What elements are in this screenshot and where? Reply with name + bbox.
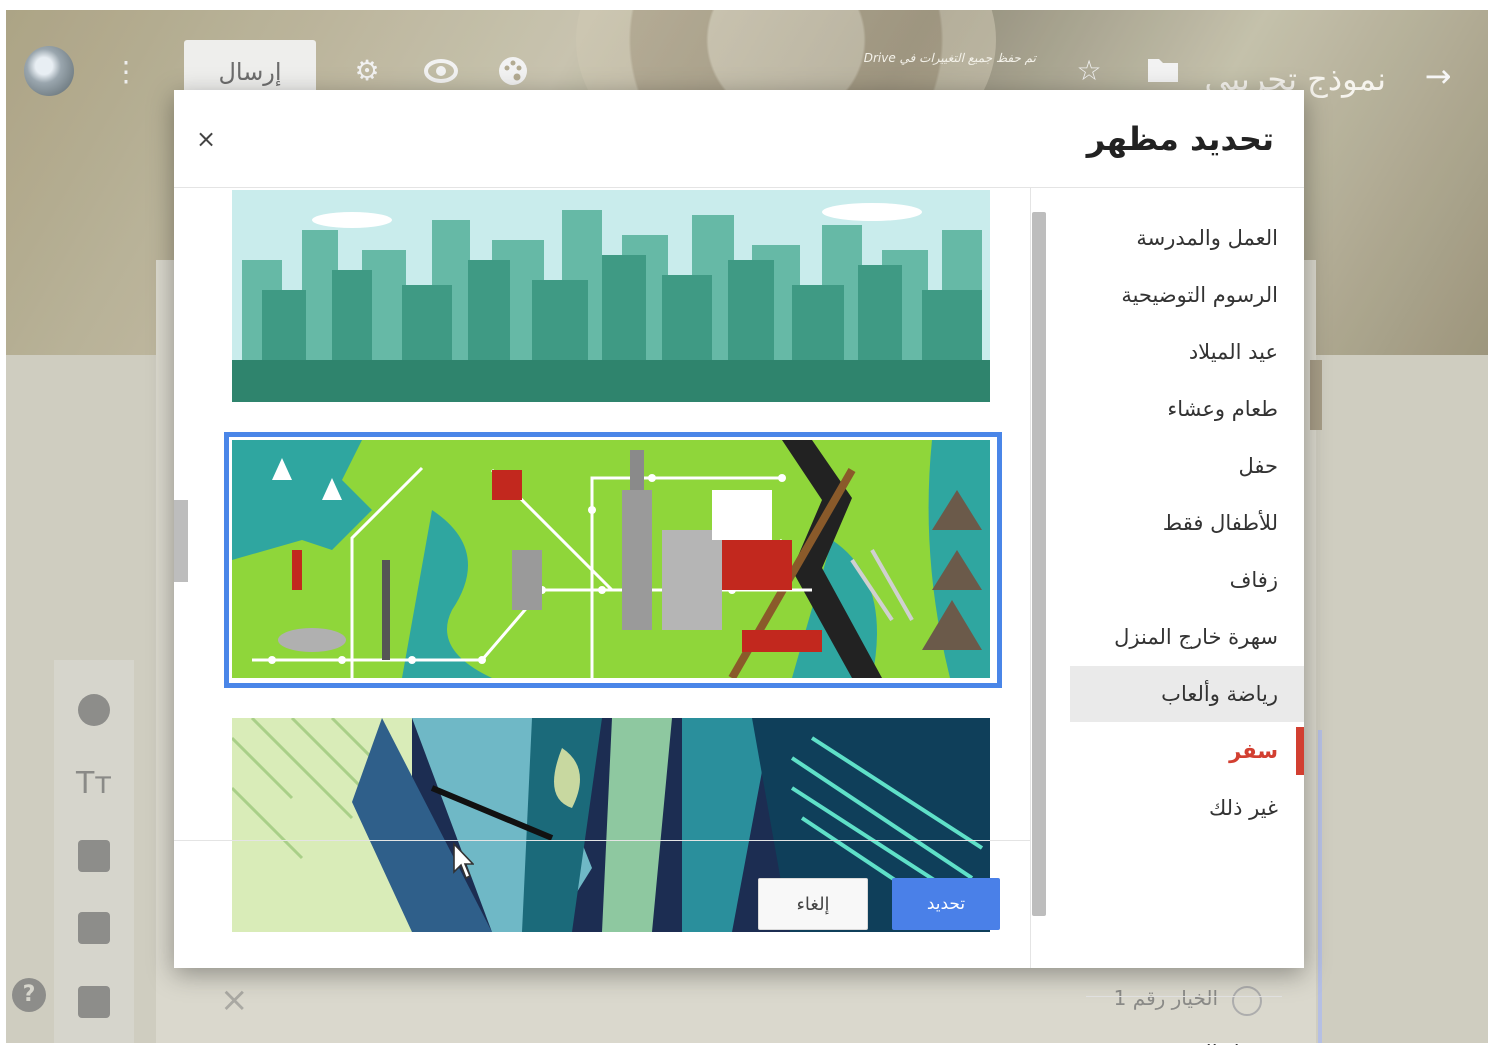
palette-icon[interactable] — [496, 54, 530, 88]
form-card-accent — [1310, 360, 1322, 430]
send-button[interactable]: إرسال — [184, 40, 316, 96]
more-vert-icon[interactable]: ⋮ — [112, 54, 140, 90]
add-question-icon[interactable] — [78, 694, 110, 726]
active-question-edge — [1318, 730, 1322, 1043]
category-kids-only[interactable]: للأطفال فقط — [1070, 495, 1304, 551]
category-night-out[interactable]: سهرة خارج المنزل — [1070, 609, 1304, 665]
category-food-dinner[interactable]: طعام وعشاء — [1070, 381, 1304, 437]
star-icon[interactable]: ☆ — [1072, 54, 1106, 88]
settings-icon[interactable]: ⚙ — [350, 54, 384, 88]
category-travel[interactable]: سفر — [1070, 723, 1304, 779]
select-button[interactable]: تحديد — [892, 878, 1000, 930]
categories-divider — [1086, 996, 1282, 997]
category-illustrations[interactable]: الرسوم التوضيحية — [1070, 267, 1304, 323]
folder-icon[interactable] — [1146, 54, 1180, 88]
upload-photos-link[interactable]: تحميل الصور — [1070, 1028, 1304, 1045]
add-section-icon[interactable] — [78, 986, 110, 1018]
category-wedding[interactable]: زفاف — [1070, 552, 1304, 608]
theme-teal-city-skyline[interactable] — [232, 190, 990, 402]
theme-skyscrapers-looking-up[interactable] — [232, 718, 990, 932]
question-toolbar: Tт — [54, 660, 134, 1043]
add-image-icon[interactable] — [78, 840, 110, 872]
option-label[interactable]: الخيار رقم 1 — [1114, 986, 1218, 1010]
category-work-school[interactable]: العمل والمدرسة — [1070, 210, 1304, 266]
gallery-scrollbar-thumb[interactable] — [174, 500, 188, 582]
option-row: الخيار رقم 1 — [1106, 980, 1276, 1026]
dialog-footer-divider — [174, 840, 1030, 841]
avatar[interactable] — [24, 46, 74, 96]
radio-button[interactable] — [1232, 986, 1262, 1016]
dialog-title: تحديد مظهر — [1086, 120, 1274, 158]
help-icon[interactable]: ? — [12, 978, 46, 1012]
category-party[interactable]: حفل — [1070, 438, 1304, 494]
close-icon[interactable]: × — [194, 124, 218, 154]
mouse-cursor-icon — [452, 841, 475, 882]
preview-eye-icon[interactable] — [424, 54, 458, 88]
add-video-icon[interactable] — [78, 912, 110, 944]
selected-theme-outline — [224, 432, 1002, 688]
dialog-header: × تحديد مظهر — [174, 90, 1304, 188]
category-sports-games[interactable]: رياضة وألعاب — [1070, 666, 1304, 722]
categories-scrollbar[interactable] — [1032, 212, 1046, 916]
theme-categories: العمل والمدرسة الرسوم التوضيحية عيد المي… — [1070, 210, 1304, 1045]
category-birthday[interactable]: عيد الميلاد — [1070, 324, 1304, 380]
add-title-icon[interactable]: Tт — [76, 766, 116, 802]
select-theme-dialog: × تحديد مظهر إلغاء تحديد العمل والمدرسة … — [174, 90, 1304, 1045]
arrow-back-icon[interactable]: → — [1420, 58, 1456, 94]
remove-option-icon[interactable]: × — [220, 980, 249, 1020]
category-other[interactable]: غير ذلك — [1070, 780, 1304, 836]
cancel-button[interactable]: إلغاء — [758, 878, 868, 930]
dialog-vertical-divider — [1030, 188, 1031, 968]
